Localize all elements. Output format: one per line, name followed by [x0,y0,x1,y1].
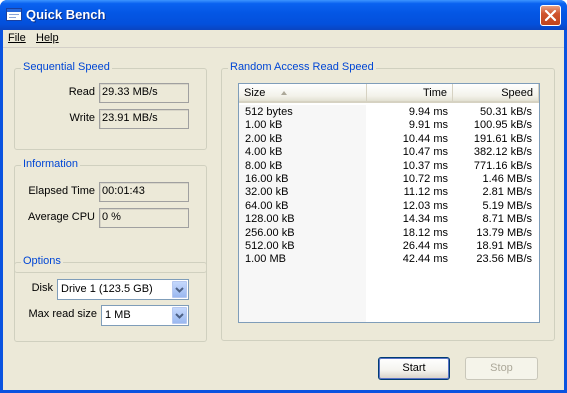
table-row[interactable]: 4.00 kB 10.47 ms 382.12 kB/s [239,146,539,159]
row-speed-cell: 50.31 kB/s [480,106,532,118]
row-speed-cell: 191.61 kB/s [473,132,532,145]
row-speed-cell: 771.16 kB/s [473,159,532,172]
read-value: 29.33 MB/s [102,86,158,98]
chevron-down-icon [175,313,184,319]
sequential-speed-title: Sequential Speed [21,61,112,73]
row-speed-cell: 18.91 MB/s [476,240,532,252]
table-row[interactable]: 1.00 kB 9.91 ms 100.95 kB/s [239,119,539,132]
row-time-cell: 12.03 ms [402,199,448,212]
max-read-size-select[interactable]: 1 MB [101,305,189,326]
row-time-cell: 11.12 ms [403,186,448,199]
elapsed-time-value: 00:01:43 [102,185,145,197]
chevron-down-icon [175,287,184,293]
menu-help[interactable]: Help [36,32,59,44]
row-speed-cell: 23.56 MB/s [476,253,532,266]
disk-dropdown-button[interactable] [172,281,187,298]
options-group: Options Disk Drive 1 (123.5 GB) Max read… [14,255,207,342]
row-speed-cell: 100.95 kB/s [473,119,532,132]
window-title: Quick Bench [26,7,106,22]
column-header-time[interactable]: Time [367,84,453,103]
start-button[interactable]: Start [378,357,450,380]
write-value-field: 23.91 MB/s [99,109,189,129]
average-cpu-value: 0 % [102,211,121,223]
table-row[interactable]: 16.00 kB 10.72 ms 1.46 MB/s [239,173,539,186]
menu-file-label: File [8,32,26,44]
row-speed-cell: 2.81 MB/s [482,186,532,199]
average-cpu-label: Average CPU [27,211,95,223]
row-size-cell: 16.00 kB [245,173,289,185]
row-size-cell: 1.00 MB [245,253,286,266]
row-time-cell: 10.47 ms [402,146,448,159]
row-size-cell: 1.00 kB [245,119,283,132]
row-time-cell: 14.34 ms [402,213,448,226]
menu-help-label: Help [36,32,59,44]
app-window-icon [6,8,22,21]
row-speed-cell: 5.19 MB/s [482,199,532,212]
options-title: Options [21,255,63,267]
row-time-cell: 26.44 ms [402,240,448,252]
read-label: Read [68,86,95,98]
table-row[interactable]: 256.00 kB 18.12 ms 13.79 MB/s [239,227,539,240]
random-access-title: Random Access Read Speed [228,61,376,73]
row-size-cell: 256.00 kB [245,226,295,239]
random-access-listview[interactable]: Size Time Speed 512 bytes 9.94 ms 50.31 kB… [238,83,540,323]
average-cpu-field: 0 % [99,208,189,228]
disk-label: Disk [31,282,53,294]
row-time-cell: 42.44 ms [402,253,448,266]
row-size-cell: 128.00 kB [245,213,295,226]
row-time-cell: 10.37 ms [402,159,448,172]
table-row[interactable]: 32.00 kB 11.12 ms 2.81 MB/s [239,186,539,199]
column-header-size[interactable]: Size [239,84,367,103]
column-header-time-label: Time [422,87,447,99]
table-row[interactable]: 128.00 kB 14.34 ms 8.71 MB/s [239,213,539,226]
row-time-cell: 10.44 ms [402,132,448,145]
listview-header: Size Time Speed [239,84,539,103]
elapsed-time-label: Elapsed Time [28,185,95,197]
title-bar[interactable]: Quick Bench [0,0,567,30]
elapsed-time-field: 00:01:43 [99,182,189,202]
close-icon [544,9,557,22]
table-row[interactable]: 64.00 kB 12.03 ms 5.19 MB/s [239,200,539,213]
max-read-size-label: Max read size [28,308,97,320]
table-row[interactable]: 512 bytes 9.94 ms 50.31 kB/s [239,106,539,119]
row-size-cell: 512.00 kB [245,240,295,252]
row-time-cell: 10.72 ms [402,173,448,185]
column-header-size-label: Size [244,87,266,99]
row-size-cell: 8.00 kB [245,159,283,172]
write-label: Write [69,112,95,124]
disk-select-value: Drive 1 (123.5 GB) [61,283,153,295]
quick-bench-window: Quick Bench File Help Sequential Speed R… [0,0,567,393]
row-size-cell: 64.00 kB [245,199,289,212]
column-header-speed[interactable]: Speed [453,84,539,103]
column-header-speed-label: Speed [501,87,533,99]
menu-bar: File Help [3,30,564,48]
row-size-cell: 2.00 kB [245,132,283,145]
row-time-cell: 9.94 ms [408,106,448,118]
row-size-cell: 4.00 kB [245,146,283,159]
row-speed-cell: 1.46 MB/s [482,173,532,185]
menu-file[interactable]: File [8,32,26,44]
table-row[interactable]: 2.00 kB 10.44 ms 191.61 kB/s [239,133,539,146]
sequential-speed-group: Sequential Speed Read 29.33 MB/s Write 2… [14,61,207,150]
information-title: Information [21,158,81,170]
max-read-size-value: 1 MB [105,309,131,321]
table-row[interactable]: 512.00 kB 26.44 ms 18.91 MB/s [239,240,539,253]
row-time-cell: 9.91 ms [408,119,448,132]
table-row[interactable]: 1.00 MB 42.44 ms 23.56 MB/s [239,253,539,266]
row-speed-cell: 8.71 MB/s [482,213,532,226]
row-speed-cell: 13.79 MB/s [476,226,532,239]
dialog-client-area: File Help Sequential Speed Read 29.33 MB… [3,30,564,390]
read-value-field: 29.33 MB/s [99,83,189,103]
write-value: 23.91 MB/s [102,112,158,124]
stop-button[interactable]: Stop [465,357,538,380]
row-size-cell: 32.00 kB [245,186,289,199]
sort-ascending-icon [281,91,287,95]
close-button[interactable] [540,5,561,26]
table-row[interactable]: 8.00 kB 10.37 ms 771.16 kB/s [239,160,539,173]
max-read-size-dropdown-button[interactable] [172,307,187,324]
disk-select[interactable]: Drive 1 (123.5 GB) [57,279,189,300]
row-speed-cell: 382.12 kB/s [473,146,532,159]
row-time-cell: 18.12 ms [402,226,448,239]
row-size-cell: 512 bytes [245,106,293,118]
